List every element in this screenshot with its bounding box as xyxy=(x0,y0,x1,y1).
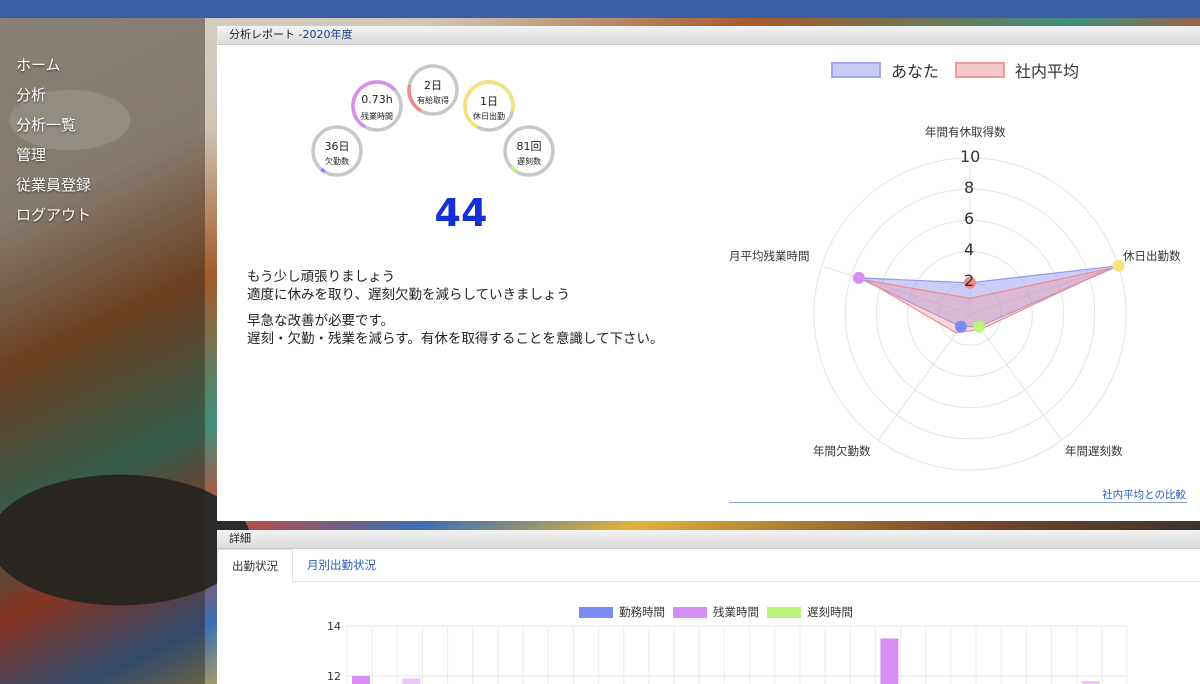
legend-label: あなた xyxy=(891,62,940,81)
nav-item-logout[interactable]: ログアウト xyxy=(16,200,205,230)
legend-overtime-hours[interactable]: 残業時間 xyxy=(673,604,759,620)
gauge-label: 有給取得 xyxy=(417,96,449,105)
gauge-value: 36日 xyxy=(324,140,350,153)
detail-title: 詳細 xyxy=(229,532,251,545)
radar-spoke xyxy=(821,265,971,315)
nav-item-admin[interactable]: 管理 xyxy=(16,140,205,170)
legend-label: 遅刻時間 xyxy=(807,605,853,619)
gauge-value: 81回 xyxy=(516,140,542,153)
gauge-2: 2日有給取得 xyxy=(406,63,460,117)
gauge-4: 81回遅刻数 xyxy=(502,124,556,178)
top-bar xyxy=(0,0,1200,18)
gauge-value: 2日 xyxy=(424,79,442,92)
radar-tick-label: 10 xyxy=(960,147,981,166)
radar-tick-label: 8 xyxy=(964,178,975,197)
radar-tick-label: 6 xyxy=(964,209,975,228)
nav-item-analysis-list[interactable]: 分析一覧 xyxy=(16,110,205,140)
message-line: 適度に休みを取り、遅刻欠勤を減らしていきましょう xyxy=(247,287,571,303)
message-line: 早急な改善が必要です。 xyxy=(247,313,395,329)
gauge-1: 0.73h 残業時間 xyxy=(350,79,404,133)
tab-monthly-attendance[interactable]: 月別出勤状況 xyxy=(293,549,390,581)
report-title: 分析レポート xyxy=(229,28,295,41)
message-line: 遅刻・欠勤・残業を減らす。有休を取得することを意識して下さい。 xyxy=(247,331,664,347)
nav-item-employee-register[interactable]: 従業員登録 xyxy=(16,170,205,200)
report-year: -2020年度 xyxy=(298,28,353,41)
legend-you[interactable]: あなた xyxy=(831,58,939,82)
radar-spoke xyxy=(969,313,1063,441)
detail-panel: 詳細 出勤状況 月別出勤状況 勤務時間 残業時間 遅刻時間 14 12 xyxy=(217,530,1200,684)
legend-work-hours[interactable]: 勤務時間 xyxy=(579,604,665,620)
legend-swatch xyxy=(955,62,1005,78)
legend-label: 社内平均 xyxy=(1015,62,1080,81)
radar-grid-ring xyxy=(938,282,1002,346)
legend-swatch xyxy=(673,606,707,618)
radar-axis-label: 年間欠勤数 xyxy=(813,444,871,458)
radar-tick-label: 4 xyxy=(964,240,975,259)
sidebar: ホーム 分析 分析一覧 管理 従業員登録 ログアウト xyxy=(0,18,205,684)
tab-attendance[interactable]: 出勤状況 xyxy=(217,549,293,583)
message-line: もう少し頑張りましょう xyxy=(247,269,396,285)
radar-point xyxy=(973,320,986,333)
y-tick-label: 14 xyxy=(327,620,341,633)
gauge-value: 0.73h xyxy=(361,93,393,106)
detail-header: 詳細 xyxy=(217,530,1200,549)
radar-point xyxy=(954,320,967,333)
legend-late-hours[interactable]: 遅刻時間 xyxy=(767,604,853,620)
legend-label: 勤務時間 xyxy=(619,605,665,619)
radar-spoke xyxy=(969,265,1119,315)
radar-series-0 xyxy=(858,265,1119,328)
radar-tick-label: 2 xyxy=(964,271,975,290)
compare-average-link[interactable]: 社内平均との比較 xyxy=(1102,487,1186,502)
radar-spoke xyxy=(877,313,971,441)
nav-item-analysis[interactable]: 分析 xyxy=(16,80,205,110)
detail-tabs: 出勤状況 月別出勤状況 xyxy=(217,549,1200,583)
gauge-label: 遅刻数 xyxy=(517,157,541,166)
bar xyxy=(402,678,421,684)
legend-swatch xyxy=(831,62,881,78)
report-header: 分析レポート -2020年度 xyxy=(217,26,1200,45)
legend-swatch xyxy=(579,606,613,618)
radar-axis-label: 休日出勤数 xyxy=(1123,249,1181,263)
radar-axis-label: 月平均残業時間 xyxy=(729,249,810,263)
y-tick-label: 12 xyxy=(327,670,341,683)
bar xyxy=(352,676,370,684)
gauge-arc xyxy=(351,80,403,132)
gauge-ring xyxy=(351,80,403,132)
gauge-label: 休日出勤 xyxy=(473,112,505,121)
compare-divider xyxy=(729,502,1187,503)
legend-average[interactable]: 社内平均 xyxy=(955,58,1079,82)
nav-item-home[interactable]: ホーム xyxy=(16,50,205,80)
radar-grid-ring xyxy=(813,157,1127,471)
advice-message: 早急な改善が必要です。 遅刻・欠勤・残業を減らす。有休を取得することを意識して下… xyxy=(247,312,663,348)
radar-axis-label: 年間有休取得数 xyxy=(925,125,1006,139)
bar xyxy=(880,638,899,684)
radar-axis-label: 年間遅刻数 xyxy=(1065,444,1123,458)
radar-point xyxy=(852,271,865,284)
analysis-report-panel: 分析レポート -2020年度 36日欠勤数 0.73h 残業時間 2日有給取得 1日休日… xyxy=(217,26,1200,521)
gauge-label: 欠勤数 xyxy=(325,157,349,166)
evaluation-message: もう少し頑張りましょう 適度に休みを取り、遅刻欠勤を減らしていきましょう xyxy=(247,268,570,304)
legend-label: 残業時間 xyxy=(713,605,759,619)
radar-series-1 xyxy=(865,267,1112,334)
legend-swatch xyxy=(767,606,801,618)
gauge-value: 1日 xyxy=(480,95,498,108)
total-score: 44 xyxy=(434,191,488,235)
gauge-label: 残業時間 xyxy=(361,112,393,121)
